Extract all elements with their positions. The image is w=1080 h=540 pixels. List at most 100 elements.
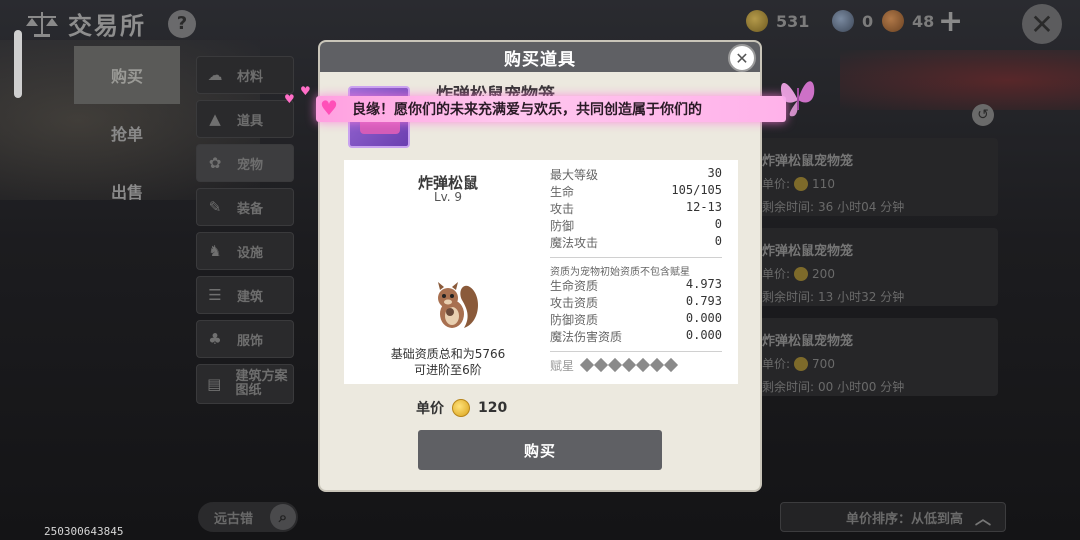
- price-label: 单价:: [762, 177, 791, 191]
- listing-time: 剩余时间: 13 小时32 分钟: [762, 288, 998, 305]
- category-facility[interactable]: ♞ 设施: [196, 232, 294, 270]
- diamond-icon: [621, 357, 637, 372]
- divider: [550, 257, 722, 258]
- listing-price: 单价: 110: [762, 175, 998, 192]
- chevron-up-icon: ︿: [974, 509, 991, 528]
- aptitude-value: 0.000: [685, 328, 722, 342]
- heart-icon: ♥: [300, 84, 311, 98]
- listing-time: 剩余时间: 36 小时04 分钟: [762, 198, 998, 215]
- pet-level: Lv. 9: [433, 190, 463, 204]
- aptitude-row: 防御资质 0.000: [550, 311, 722, 328]
- listing-price: 单价: 200: [762, 265, 998, 282]
- unit-price: 单价 120: [416, 398, 507, 418]
- banner-text: 良缘！愿你们的未来充满爱与欢乐，共同创造属于你们的: [352, 102, 702, 118]
- aptitude-value: 0.000: [685, 311, 722, 325]
- title-wrap: 交易所 ?: [24, 6, 196, 41]
- building-icon: ☰: [208, 286, 222, 304]
- refresh-button[interactable]: ↺: [972, 104, 994, 126]
- stat-label: 攻击: [550, 202, 575, 216]
- add-currency-button[interactable]: +: [938, 7, 963, 37]
- bronze-currency: 48: [882, 10, 934, 32]
- stat-label: 最大等级: [550, 168, 599, 182]
- page-title: 交易所: [68, 12, 146, 40]
- stat-row: 防御 0: [550, 217, 722, 234]
- facility-icon: ♞: [208, 242, 222, 260]
- talent-stars: 赋星: [550, 357, 722, 374]
- time-label: 剩余时间:: [762, 380, 815, 394]
- listing-card[interactable]: 炸弹松鼠宠物笼 单价: 200 剩余时间: 13 小时32 分钟: [738, 228, 998, 306]
- material-icon: ☁: [207, 66, 223, 84]
- gold-coin-icon: [452, 399, 470, 417]
- price-value: 200: [812, 266, 835, 281]
- aptitude-value: 0.793: [685, 294, 722, 308]
- price-value: 110: [812, 176, 835, 191]
- pet-info-card: 炸弹松鼠 Lv. 9 基础资质总和为5766 可进阶至6阶 最大等级 30 生命 1…: [344, 160, 738, 384]
- butterfly-icon: [780, 81, 815, 117]
- coin-icon: [794, 176, 809, 191]
- listing-name: 炸弹松鼠宠物笼: [762, 244, 854, 259]
- blueprint-icon: ▤: [207, 375, 222, 393]
- price-value: 120: [478, 400, 508, 416]
- modal-close-button[interactable]: ✕: [728, 44, 756, 72]
- sort-dropdown[interactable]: 单价排序：从低到高 ︿: [780, 502, 1006, 532]
- modal-title: 购买道具: [504, 49, 576, 70]
- listing-time: 剩余时间: 00 小时00 分钟: [762, 378, 998, 395]
- scrollbar[interactable]: [14, 30, 22, 98]
- stat-label: 防御: [550, 219, 575, 233]
- nav-grab-order[interactable]: 抢单: [74, 104, 180, 162]
- stat-value: 12-13: [685, 200, 722, 214]
- coin-icon: [794, 266, 809, 281]
- pet-stats: 最大等级 30 生命 105/105 攻击 12-13 防御 0 魔法攻击 0 资质为宠物…: [550, 166, 722, 374]
- search-input[interactable]: 远古错 ⌕: [198, 502, 298, 532]
- category-label: 材料: [237, 69, 264, 85]
- heart-icon: ♥: [320, 96, 338, 120]
- aptitude-row: 生命资质 4.973: [550, 277, 722, 294]
- silver-currency: 0: [832, 10, 873, 32]
- nav-buy[interactable]: 购买: [74, 46, 180, 104]
- listing-card[interactable]: 炸弹松鼠宠物笼 单价: 700 剩余时间: 00 小时00 分钟: [738, 318, 998, 396]
- listing-card[interactable]: 炸弹松鼠宠物笼 单价: 110 剩余时间: 36 小时04 分钟: [738, 138, 998, 216]
- gold-currency: 531: [746, 10, 809, 32]
- category-pet[interactable]: ✿ 宠物: [196, 144, 294, 182]
- listing-name: 炸弹松鼠宠物笼: [762, 334, 854, 349]
- gold-coin-icon: [746, 10, 768, 32]
- aptitude-label: 生命资质: [550, 279, 599, 293]
- squirrel-icon: [438, 282, 479, 328]
- sort-label: 单价排序：从低到高: [845, 511, 963, 527]
- category-blueprint[interactable]: ▤ 建筑方案图纸: [196, 364, 294, 404]
- pet-paw-icon: ✿: [208, 154, 222, 172]
- aptitude-label: 魔法伤害资质: [550, 330, 623, 344]
- category-label: 建筑方案图纸: [235, 369, 288, 398]
- diamond-icon: [635, 357, 651, 372]
- background-red-glow: [840, 50, 1080, 110]
- time-label: 剩余时间:: [762, 200, 815, 214]
- stat-row: 攻击 12-13: [550, 200, 722, 217]
- category-label: 道具: [237, 113, 264, 129]
- talent-diamonds: [579, 357, 680, 373]
- stat-value: 105/105: [671, 183, 722, 197]
- stat-row: 生命 105/105: [550, 183, 722, 200]
- price-label: 单价:: [762, 267, 791, 281]
- silver-amount: 0: [862, 11, 874, 31]
- category-material[interactable]: ☁ 材料: [196, 56, 294, 94]
- equipment-icon: ✎: [208, 198, 222, 216]
- nav-sell[interactable]: 出售: [74, 162, 180, 220]
- base-aptitude-sum: 基础资质总和为5766: [390, 347, 506, 361]
- category-item[interactable]: ▲ 道具: [196, 100, 294, 138]
- aptitude-note: 资质为宠物初始资质不包含赋星: [550, 267, 690, 278]
- aptitude-row: 魔法伤害资质 0.000: [550, 328, 722, 345]
- buy-button[interactable]: 购买: [418, 430, 662, 470]
- category-building[interactable]: ☰ 建筑: [196, 276, 294, 314]
- gold-amount: 531: [776, 11, 810, 31]
- diamond-icon: [663, 357, 679, 372]
- category-clothing[interactable]: ♣ 服饰: [196, 320, 294, 358]
- close-exchange-button[interactable]: ✕: [1022, 4, 1062, 44]
- category-equipment[interactable]: ✎ 装备: [196, 188, 294, 226]
- diamond-icon: [593, 357, 609, 372]
- help-button[interactable]: ?: [168, 9, 196, 38]
- time-value: 13 小时32 分钟: [818, 290, 905, 304]
- price-label: 单价: [416, 401, 444, 417]
- stat-value: 0: [714, 234, 722, 248]
- search-icon[interactable]: ⌕: [270, 504, 296, 530]
- advance-stage: 可进阶至6阶: [414, 363, 482, 377]
